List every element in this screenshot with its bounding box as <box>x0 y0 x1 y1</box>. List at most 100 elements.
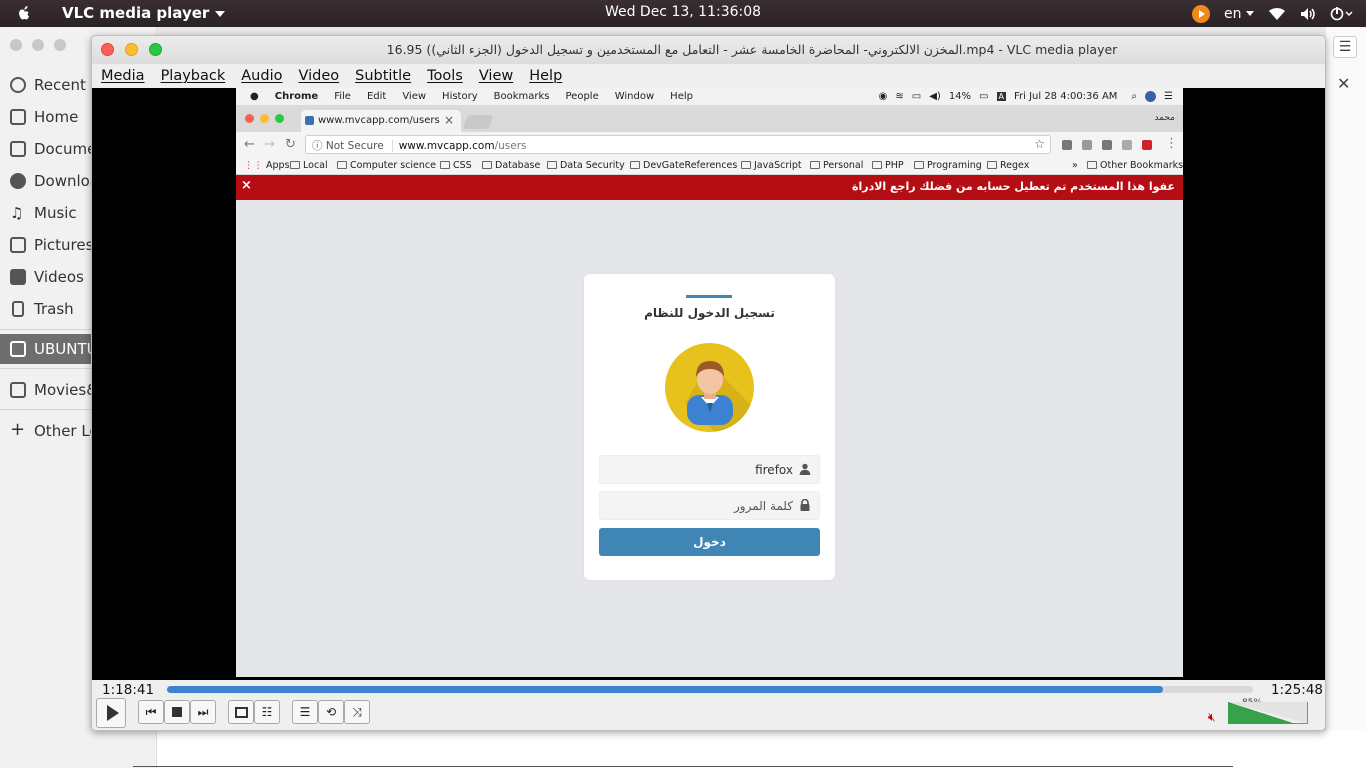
reload-icon: ↻ <box>285 137 296 152</box>
extension-wrench-icon <box>1102 140 1112 150</box>
trash-icon <box>12 301 24 317</box>
menu-help[interactable]: Help <box>520 65 569 88</box>
menu-audio[interactable]: Audio <box>232 65 289 88</box>
extension-icon <box>1082 140 1092 150</box>
fullscreen-button[interactable] <box>228 700 254 724</box>
file-manager-background <box>1326 27 1366 768</box>
mute-icon[interactable]: 🔇︎ <box>1208 710 1224 724</box>
app-name: VLC media player <box>62 4 210 22</box>
folder-icon <box>872 161 882 169</box>
next-icon: ⏭ <box>197 704 209 719</box>
battery-percent: 14% <box>948 91 972 102</box>
menu-playback[interactable]: Playback <box>152 65 233 88</box>
volume-slider[interactable] <box>1228 702 1308 724</box>
menu-media[interactable]: Media <box>92 65 152 88</box>
menu-video[interactable]: Video <box>289 65 346 88</box>
language-indicator[interactable]: en <box>1224 6 1254 22</box>
video-menu-edit: Edit <box>366 91 387 102</box>
bookmark-database: Database <box>482 160 540 171</box>
folder-icon <box>482 161 492 169</box>
vlc-window: 16.95 (المخزن الالكتروني- المحاضرة الخام… <box>91 35 1326 731</box>
app-menu[interactable]: VLC media player <box>62 4 226 22</box>
menu-tools[interactable]: Tools <box>418 65 470 88</box>
username-value: firefox <box>755 463 793 477</box>
user-avatar-icon <box>665 343 754 432</box>
play-icon <box>106 705 119 721</box>
vlc-tray-icon[interactable] <box>1192 4 1211 23</box>
menu-subtitle[interactable]: Subtitle <box>346 65 418 88</box>
bookmark-devgatereferences: DevGateReferences <box>630 160 737 171</box>
folder-icon <box>290 161 300 169</box>
seek-bar-fill <box>167 686 1163 693</box>
battery-icon: ▭ <box>979 91 989 102</box>
vlc-controls: 1:18:41 1:25:48 ⏮ ⏭ ☷ ☰ ⟲ ⤨ 🔇︎ 85% <box>92 680 1325 730</box>
previous-button[interactable]: ⏮ <box>138 700 164 724</box>
bookmark-apps: ⋮⋮ Apps <box>244 160 290 171</box>
seek-bar[interactable] <box>167 686 1253 693</box>
star-icon: ☆ <box>1034 137 1045 151</box>
volume-fill <box>1228 702 1296 724</box>
system-tray: en <box>1192 3 1354 24</box>
folder-icon <box>1087 161 1097 169</box>
siri-icon <box>1145 91 1157 102</box>
close-icon: × <box>241 178 252 193</box>
close-window-button <box>245 114 254 123</box>
bookmark-data-security: Data Security <box>547 160 625 171</box>
login-submit-button[interactable]: دخول <box>599 528 820 556</box>
password-field[interactable]: كلمة المرور <box>599 491 820 520</box>
search-icon: ⌕ <box>1131 91 1138 102</box>
apple-icon[interactable] <box>14 3 34 23</box>
extension-gear-icon <box>1062 140 1072 150</box>
close-icon[interactable]: ✕ <box>1337 74 1350 93</box>
shuffle-button[interactable]: ⤨ <box>344 700 370 724</box>
stop-button[interactable] <box>164 700 190 724</box>
volume-icon[interactable] <box>1300 7 1316 21</box>
window-controls <box>10 39 66 51</box>
login-card: تسجيل الدخول للنظام firefox كلمة المرور … <box>584 274 835 580</box>
minimize-window-button[interactable] <box>125 43 138 56</box>
camera-icon <box>1122 140 1132 150</box>
equalizer-icon: ☷ <box>261 705 273 719</box>
folder-icon <box>810 161 820 169</box>
extended-settings-button[interactable]: ☷ <box>254 700 280 724</box>
wifi-icon[interactable] <box>1268 7 1286 21</box>
new-tab-icon <box>462 115 494 129</box>
chrome-toolbar: ← → ↻ ⓘ Not Secure www.mvcapp.com/users ☆… <box>236 132 1183 157</box>
video-menu-help: Help <box>670 91 693 102</box>
film-icon <box>10 269 26 285</box>
maximize-window-button[interactable] <box>149 43 162 56</box>
bookmarks-bar: ⋮⋮ Apps Local Computer science CSS Datab… <box>236 157 1183 175</box>
chrome-profile-name: محمد <box>1154 113 1175 123</box>
close-window-button[interactable] <box>101 43 114 56</box>
url-host: www.mvcapp.com <box>398 140 495 152</box>
loop-button[interactable]: ⟲ <box>318 700 344 724</box>
chevron-down-icon <box>215 10 226 17</box>
playlist-button[interactable]: ☰ <box>292 700 318 724</box>
next-button[interactable]: ⏭ <box>190 700 216 724</box>
elapsed-time: 1:18:41 <box>102 682 155 698</box>
error-alert: × عفوا هذا المستخدم تم تعطيل حسابه من فض… <box>236 175 1183 200</box>
extension-red-icon <box>1142 140 1152 150</box>
chrome-menu-icon: ⋮ <box>1165 136 1178 151</box>
menu-view[interactable]: View <box>470 65 520 88</box>
video-mac-menu-bar: ● Chrome File Edit View History Bookmark… <box>236 88 1183 105</box>
vlc-title-bar[interactable]: 16.95 (المخزن الالكتروني- المحاضرة الخام… <box>92 36 1325 64</box>
bookmark-personal: Personal <box>810 160 863 171</box>
bookmarks-overflow: » <box>1072 160 1078 171</box>
video-menu-history: History <box>442 91 478 102</box>
play-button[interactable] <box>96 698 126 728</box>
hamburger-menu-icon[interactable]: ☰ <box>1333 36 1357 58</box>
close-icon: × <box>443 113 454 127</box>
folder-icon <box>337 161 347 169</box>
video-area[interactable]: ● Chrome File Edit View History Bookmark… <box>92 88 1325 680</box>
password-placeholder: كلمة المرور <box>733 499 793 513</box>
username-field[interactable]: firefox <box>599 455 820 484</box>
folder-icon <box>741 161 751 169</box>
user-icon <box>799 463 811 475</box>
shuffle-icon: ⤨ <box>352 704 362 719</box>
forward-icon: → <box>264 137 275 152</box>
back-icon: ← <box>244 137 255 152</box>
video-mac-clock: Fri Jul 28 4:00:36 AM <box>1013 91 1118 102</box>
folder-icon <box>987 161 997 169</box>
power-icon[interactable] <box>1330 6 1354 21</box>
